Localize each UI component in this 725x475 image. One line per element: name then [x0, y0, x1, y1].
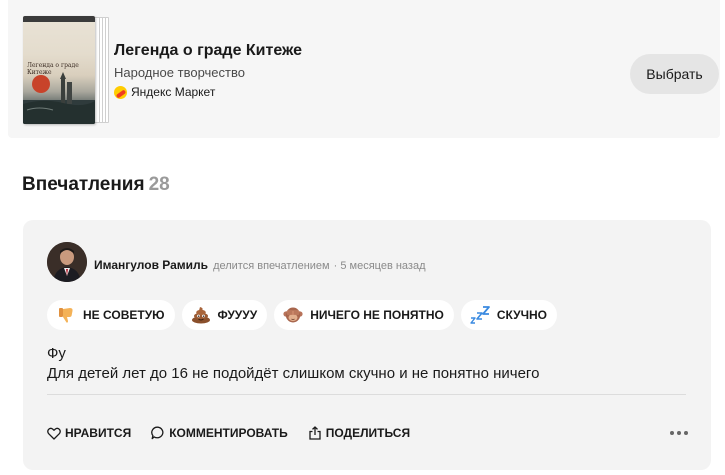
- comment-label: КОММЕНТИРОВАТЬ: [169, 426, 288, 440]
- reaction-not-recommend[interactable]: НЕ СОВЕТУЮ: [47, 300, 175, 330]
- cover-art-image: [23, 72, 95, 124]
- more-dots-icon: [670, 431, 674, 435]
- market-label: Яндекс Маркет: [131, 85, 216, 99]
- review-card: Имангулов Рамиль делится впечатлением · …: [23, 220, 711, 470]
- review-time: · 5 месяцев назад: [333, 260, 426, 272]
- heart-icon: [47, 426, 61, 440]
- reviewer-line: Имангулов Рамиль делится впечатлением · …: [94, 258, 426, 272]
- more-dots-icon: [684, 431, 688, 435]
- book-card[interactable]: Легенда о граде Китеже Легенда о граде К…: [8, 0, 720, 138]
- yandex-market-logo-icon: [114, 85, 127, 99]
- review-text-line: Для детей лет до 16 не подойдёт слишком …: [47, 365, 540, 382]
- reaction-label: НИЧЕГО НЕ ПОНЯТНО: [310, 308, 444, 322]
- thumbs-down-icon: [56, 305, 76, 325]
- reaction-list: НЕ СОВЕТУЮ ФУУУУ НИЧЕГО НЕ ПОНЯТНО СКУЧН…: [47, 300, 558, 330]
- review-text-line: Фу: [47, 345, 66, 362]
- divider: [47, 394, 686, 395]
- reaction-yuck[interactable]: ФУУУУ: [181, 300, 268, 330]
- review-text: Фу Для детей лет до 16 не подойдёт слишк…: [47, 344, 539, 384]
- reaction-label: НЕ СОВЕТУЮ: [83, 308, 165, 322]
- book-author[interactable]: Народное творчество: [114, 65, 245, 80]
- impressions-count: 28: [148, 174, 170, 195]
- share-label: ПОДЕЛИТЬСЯ: [325, 426, 411, 440]
- zzz-icon: [470, 305, 490, 325]
- reaction-boring[interactable]: СКУЧНО: [460, 300, 558, 330]
- like-button[interactable]: НРАВИТСЯ: [47, 425, 131, 441]
- share-icon: [308, 426, 322, 440]
- share-button[interactable]: ПОДЕЛИТЬСЯ: [308, 425, 410, 441]
- impressions-heading: Впечатления 28: [22, 174, 170, 196]
- reaction-label: ФУУУУ: [217, 308, 258, 322]
- market-link[interactable]: Яндекс Маркет: [114, 85, 215, 99]
- cover-top-band: [23, 16, 95, 22]
- poop-icon: [191, 305, 211, 325]
- avatar-photo: [47, 242, 87, 282]
- review-actions: НРАВИТСЯ КОММЕНТИРОВАТЬ ПОДЕЛИТЬСЯ: [47, 425, 410, 441]
- reaction-label: СКУЧНО: [496, 308, 548, 322]
- choose-button[interactable]: Выбрать: [630, 54, 719, 94]
- reviewer-action: делится впечатлением: [213, 260, 330, 272]
- impressions-title: Впечатления: [22, 174, 145, 195]
- reviewer-name[interactable]: Имангулов Рамиль: [94, 258, 208, 272]
- book-cover[interactable]: Легенда о граде Китеже: [23, 16, 109, 124]
- avatar[interactable]: [47, 242, 87, 282]
- comment-icon: [151, 426, 165, 440]
- more-options-button[interactable]: [667, 425, 691, 441]
- like-label: НРАВИТСЯ: [65, 426, 132, 440]
- cover-image: Легенда о граде Китеже: [23, 16, 95, 124]
- reaction-nothing-clear[interactable]: НИЧЕГО НЕ ПОНЯТНО: [274, 300, 454, 330]
- comment-button[interactable]: КОММЕНТИРОВАТЬ: [151, 425, 288, 441]
- more-dots-icon: [677, 431, 681, 435]
- book-title[interactable]: Легенда о граде Китеже: [114, 42, 302, 60]
- see-no-evil-monkey-icon: [283, 305, 303, 325]
